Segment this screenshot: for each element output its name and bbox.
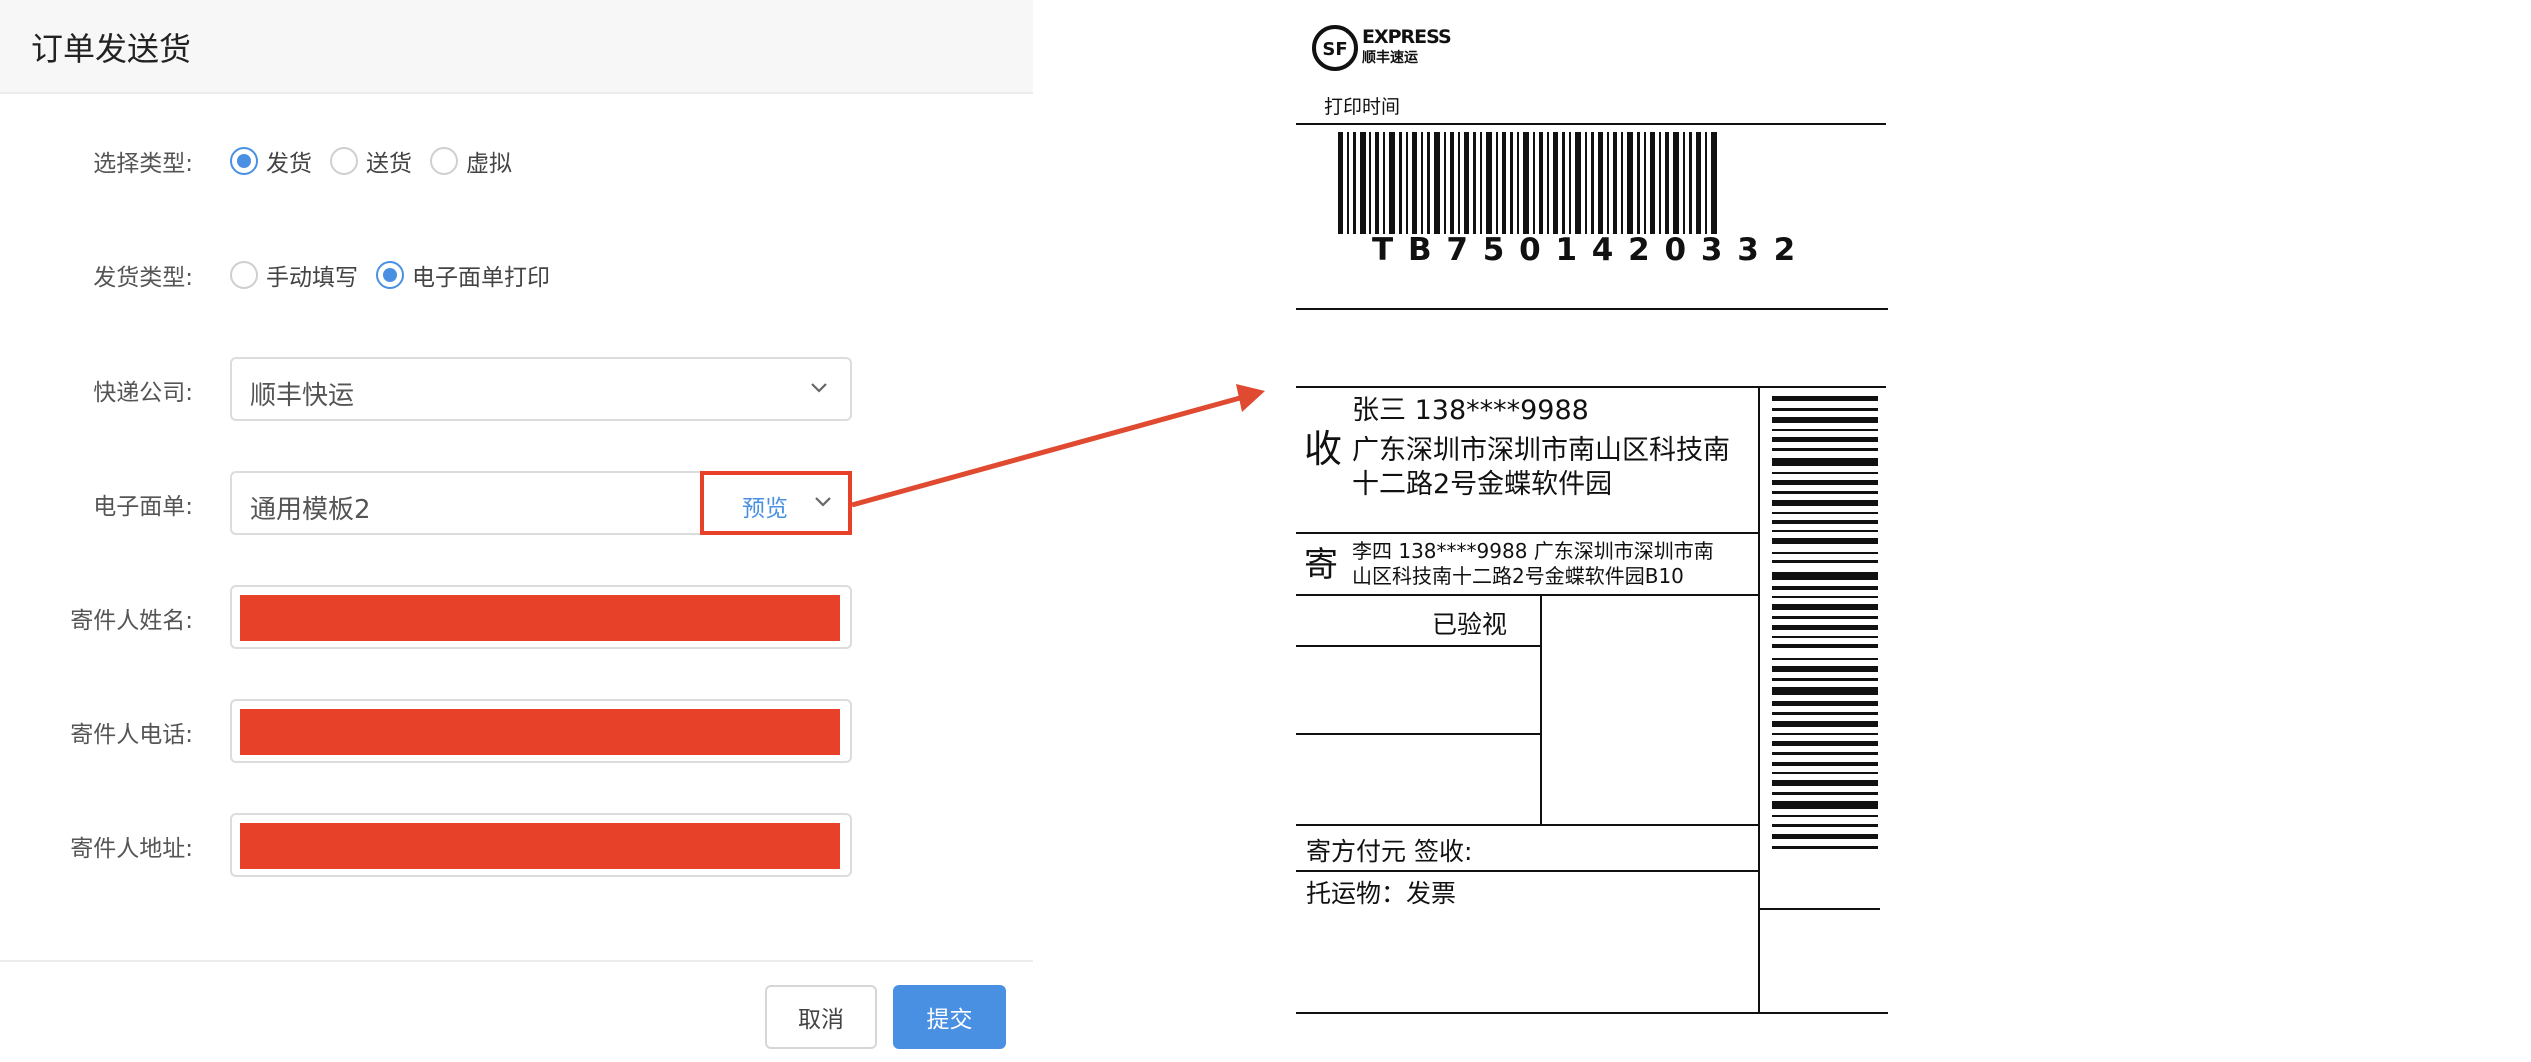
- sender-line2: 山区科技南十二路2号金蝶软件园B10: [1352, 564, 1684, 588]
- submit-button[interactable]: 提交: [893, 985, 1006, 1049]
- delivery-type-label: 发货类型:: [93, 265, 193, 291]
- delivery-type-radio-group: 手动填写 电子面单打印: [230, 258, 568, 292]
- redaction-block: [240, 595, 840, 641]
- ship-type-label: 选择类型:: [93, 151, 193, 177]
- chevron-down-icon[interactable]: [808, 377, 830, 399]
- delivery-type-row: 发货类型: 手动填写 电子面单打印: [0, 242, 1033, 308]
- recipient-name-phone: 张三 138****9988: [1352, 395, 1589, 426]
- radio-ship-dot[interactable]: [230, 147, 258, 175]
- courier-label: 快递公司:: [93, 380, 193, 406]
- recipient-address-line2: 十二路2号金蝶软件园: [1352, 469, 1613, 500]
- courier-select-value: 顺丰快运: [250, 381, 355, 411]
- cancel-button[interactable]: 取消: [765, 985, 877, 1049]
- radio-e-waybill[interactable]: 电子面单打印: [376, 258, 550, 292]
- divider: [1296, 824, 1760, 826]
- sender-address-input[interactable]: [230, 813, 852, 877]
- column-divider: [1540, 594, 1542, 824]
- sender-name-row: 寄件人姓名:: [0, 585, 1033, 651]
- sender-address-label: 寄件人地址:: [70, 836, 193, 862]
- radio-virtual-label: 虚拟: [466, 151, 512, 177]
- waybill-preview: SF EXPRESS 顺丰速运 打印时间 T B 7 5 0 1 4 2 0 3…: [1280, 0, 1920, 1062]
- recipient-tag: 收: [1304, 427, 1343, 471]
- waybill-template-label: 电子面单:: [93, 494, 193, 520]
- sender-phone-label: 寄件人电话:: [70, 722, 193, 748]
- ship-type-radio-group: 发货 送货 虚拟: [230, 144, 530, 178]
- divider: [1758, 908, 1880, 910]
- redaction-block: [240, 823, 840, 869]
- radio-ship[interactable]: 发货: [230, 144, 312, 178]
- sender-phone-row: 寄件人电话:: [0, 699, 1033, 765]
- goods-label: 托运物：发票: [1306, 879, 1457, 908]
- dialog-header: 订单发送货: [0, 0, 1033, 94]
- radio-manual-label: 手动填写: [266, 265, 358, 291]
- footer-divider: [0, 960, 1033, 962]
- radio-ship-label: 发货: [266, 151, 312, 177]
- divider: [1296, 870, 1760, 872]
- radio-deliver[interactable]: 送货: [330, 144, 412, 178]
- inspected-label: 已验视: [1432, 610, 1508, 639]
- divider: [1296, 1012, 1888, 1014]
- radio-deliver-label: 送货: [366, 151, 412, 177]
- svg-text:SF: SF: [1322, 39, 1347, 60]
- radio-e-waybill-label: 电子面单打印: [412, 265, 550, 291]
- sf-logo-icon: SF: [1312, 25, 1358, 71]
- sender-address-row: 寄件人地址:: [0, 813, 1033, 879]
- sender-name-label: 寄件人姓名:: [70, 608, 193, 634]
- waybill-template-value: 通用模板2: [250, 495, 371, 525]
- dialog-title: 订单发送货: [31, 30, 192, 68]
- tracking-number: T B 7 5 0 1 4 2 0 3 3 2: [1372, 232, 1798, 268]
- divider: [1296, 645, 1540, 647]
- preview-link[interactable]: 预览: [742, 489, 788, 523]
- redaction-block: [240, 709, 840, 755]
- sender-name-input[interactable]: [230, 585, 852, 649]
- ship-type-row: 选择类型: 发货 送货 虚拟: [0, 128, 1033, 194]
- sender-tag: 寄: [1304, 545, 1338, 585]
- divider: [1296, 532, 1760, 534]
- logo-text-express: EXPRESS: [1362, 26, 1452, 48]
- payment-sign-label: 寄方付元 签收:: [1306, 837, 1473, 866]
- logo-text-sf: 顺丰速运: [1362, 50, 1418, 66]
- sender-phone-input[interactable]: [230, 699, 852, 763]
- preview-highlight-box: 预览: [700, 471, 852, 535]
- chevron-down-icon[interactable]: [812, 491, 834, 513]
- radio-deliver-dot[interactable]: [330, 147, 358, 175]
- radio-virtual[interactable]: 虚拟: [430, 144, 512, 178]
- radio-manual[interactable]: 手动填写: [230, 258, 358, 292]
- print-time-label: 打印时间: [1324, 96, 1401, 118]
- divider: [1296, 594, 1760, 596]
- radio-manual-dot[interactable]: [230, 261, 258, 289]
- radio-virtual-dot[interactable]: [430, 147, 458, 175]
- divider: [1296, 123, 1886, 125]
- barcode-main: [1338, 132, 1717, 234]
- waybill-template-row: 电子面单: 通用模板2 预览: [0, 471, 1033, 537]
- radio-e-waybill-dot[interactable]: [376, 261, 404, 289]
- courier-row: 快递公司: 顺丰快运: [0, 357, 1033, 423]
- order-ship-dialog: 订单发送货 选择类型: 发货 送货 虚拟 发货类型: 手动填写 电子面单打印 快…: [0, 0, 1033, 1062]
- divider: [1296, 733, 1540, 735]
- column-divider: [1758, 386, 1760, 1012]
- divider: [1296, 308, 1888, 310]
- courier-select[interactable]: 顺丰快运: [230, 357, 852, 421]
- barcode-vertical: [1772, 396, 1878, 849]
